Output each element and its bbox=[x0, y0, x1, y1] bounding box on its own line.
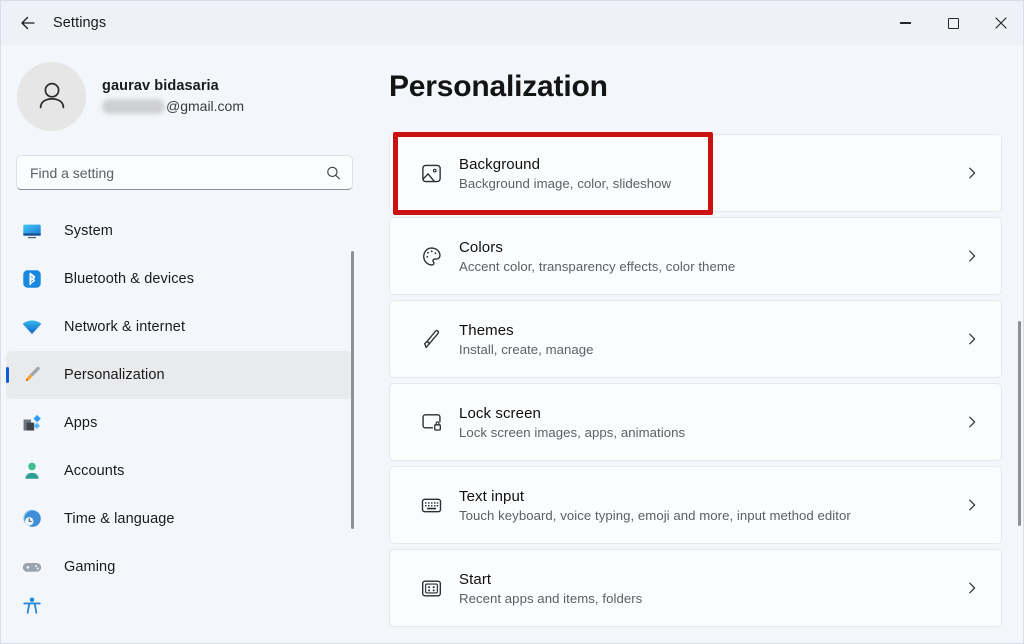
card-title: Start bbox=[459, 571, 965, 588]
accessibility-icon bbox=[20, 594, 44, 618]
card-subtitle: Lock screen images, apps, animations bbox=[459, 425, 965, 440]
settings-card-themes[interactable]: Themes Install, create, manage bbox=[389, 300, 1002, 378]
chevron-right-icon bbox=[965, 498, 979, 512]
sidebar-item-time-language[interactable]: Time & language bbox=[6, 495, 353, 543]
card-title: Themes bbox=[459, 322, 965, 339]
sidebar-item-label: Network & internet bbox=[64, 319, 185, 335]
card-title: Background bbox=[459, 156, 965, 173]
settings-card-text-input[interactable]: Text input Touch keyboard, voice typing,… bbox=[389, 466, 1002, 544]
monitor-icon bbox=[20, 219, 44, 243]
settings-card-lock-screen[interactable]: Lock screen Lock screen images, apps, an… bbox=[389, 383, 1002, 461]
sidebar-item-label: Accounts bbox=[64, 463, 124, 479]
selection-indicator bbox=[6, 367, 9, 383]
apps-icon bbox=[20, 411, 44, 435]
card-subtitle: Touch keyboard, voice typing, emoji and … bbox=[459, 508, 965, 523]
settings-card-list: Background Background image, color, slid… bbox=[389, 134, 1002, 627]
card-text: Colors Accent color, transparency effect… bbox=[459, 239, 965, 274]
settings-card-start[interactable]: Start Recent apps and items, folders bbox=[389, 549, 1002, 627]
maximize-button[interactable] bbox=[929, 1, 977, 45]
main-content: Personalization Background Background im… bbox=[369, 45, 1024, 644]
account-icon bbox=[20, 459, 44, 483]
maximize-icon bbox=[948, 18, 959, 29]
sidebar-item-label: Gaming bbox=[64, 559, 115, 575]
title-bar: Settings bbox=[1, 1, 1024, 45]
chevron-right-icon bbox=[965, 332, 979, 346]
settings-card-colors[interactable]: Colors Accent color, transparency effect… bbox=[389, 217, 1002, 295]
sidebar-item-network-internet[interactable]: Network & internet bbox=[6, 303, 353, 351]
bluetooth-icon bbox=[20, 267, 44, 291]
sidebar-item-system[interactable]: System bbox=[6, 207, 353, 255]
chevron-right-icon bbox=[965, 249, 979, 263]
keyboard-icon bbox=[415, 494, 447, 517]
card-title: Text input bbox=[459, 488, 965, 505]
sidebar: gaurav bidasaria @gmail.com bbox=[1, 45, 369, 644]
chevron-right-icon bbox=[965, 415, 979, 429]
lock-screen-icon bbox=[415, 411, 447, 434]
clock-icon bbox=[20, 507, 44, 531]
sidebar-item-label: System bbox=[64, 223, 113, 239]
card-subtitle: Recent apps and items, folders bbox=[459, 591, 965, 606]
start-grid-icon bbox=[415, 577, 447, 600]
minimize-button[interactable] bbox=[881, 1, 929, 45]
account-email-suffix: @gmail.com bbox=[166, 98, 244, 114]
search-container bbox=[1, 131, 369, 190]
navigation-list: System Bluetooth & devices bbox=[1, 207, 369, 627]
card-text: Text input Touch keyboard, voice typing,… bbox=[459, 488, 965, 523]
account-text: gaurav bidasaria @gmail.com bbox=[102, 78, 244, 114]
palette-icon bbox=[415, 245, 447, 268]
sidebar-item-bluetooth-devices[interactable]: Bluetooth & devices bbox=[6, 255, 353, 303]
gamepad-icon bbox=[20, 555, 44, 579]
card-text: Start Recent apps and items, folders bbox=[459, 571, 965, 606]
card-title: Colors bbox=[459, 239, 965, 256]
back-button[interactable] bbox=[9, 8, 43, 38]
sidebar-item-apps[interactable]: Apps bbox=[6, 399, 353, 447]
close-button[interactable] bbox=[977, 1, 1024, 45]
sidebar-item-label: Personalization bbox=[64, 367, 165, 383]
card-text: Themes Install, create, manage bbox=[459, 322, 965, 357]
sidebar-item-label: Bluetooth & devices bbox=[64, 271, 194, 287]
sidebar-scrollbar[interactable] bbox=[351, 251, 354, 529]
card-title: Lock screen bbox=[459, 405, 965, 422]
main-scrollbar[interactable] bbox=[1018, 321, 1021, 526]
email-redaction bbox=[102, 99, 165, 114]
person-icon bbox=[32, 76, 72, 116]
back-arrow-icon bbox=[17, 14, 35, 32]
sidebar-item-personalization[interactable]: Personalization bbox=[6, 351, 353, 399]
brush-icon bbox=[415, 328, 447, 351]
minimize-icon bbox=[900, 22, 911, 24]
account-name: gaurav bidasaria bbox=[102, 78, 244, 94]
settings-window: Settings gaurav bbox=[0, 0, 1024, 644]
paintbrush-icon bbox=[20, 363, 44, 387]
avatar bbox=[17, 62, 86, 131]
sidebar-item-gaming[interactable]: Gaming bbox=[6, 543, 353, 591]
search-icon[interactable] bbox=[326, 165, 341, 180]
card-text: Lock screen Lock screen images, apps, an… bbox=[459, 405, 965, 440]
window-controls bbox=[881, 1, 1024, 45]
sidebar-item-label: Time & language bbox=[64, 511, 175, 527]
sidebar-item-accounts[interactable]: Accounts bbox=[6, 447, 353, 495]
page-title: Personalization bbox=[389, 70, 1024, 104]
sidebar-item-accessibility[interactable] bbox=[6, 591, 353, 621]
card-subtitle: Background image, color, slideshow bbox=[459, 176, 965, 191]
sidebar-item-label: Apps bbox=[64, 415, 97, 431]
chevron-right-icon bbox=[965, 166, 979, 180]
wifi-icon bbox=[20, 315, 44, 339]
card-subtitle: Install, create, manage bbox=[459, 342, 965, 357]
settings-card-background[interactable]: Background Background image, color, slid… bbox=[389, 134, 1002, 212]
search-box[interactable] bbox=[16, 155, 353, 190]
search-input[interactable] bbox=[17, 165, 352, 181]
chevron-right-icon bbox=[965, 581, 979, 595]
account-email: @gmail.com bbox=[102, 98, 244, 114]
image-icon bbox=[415, 162, 447, 185]
account-header[interactable]: gaurav bidasaria @gmail.com bbox=[1, 45, 369, 131]
card-text: Background Background image, color, slid… bbox=[459, 156, 965, 191]
app-title: Settings bbox=[53, 15, 106, 31]
card-subtitle: Accent color, transparency effects, colo… bbox=[459, 259, 965, 274]
close-icon bbox=[995, 17, 1007, 29]
